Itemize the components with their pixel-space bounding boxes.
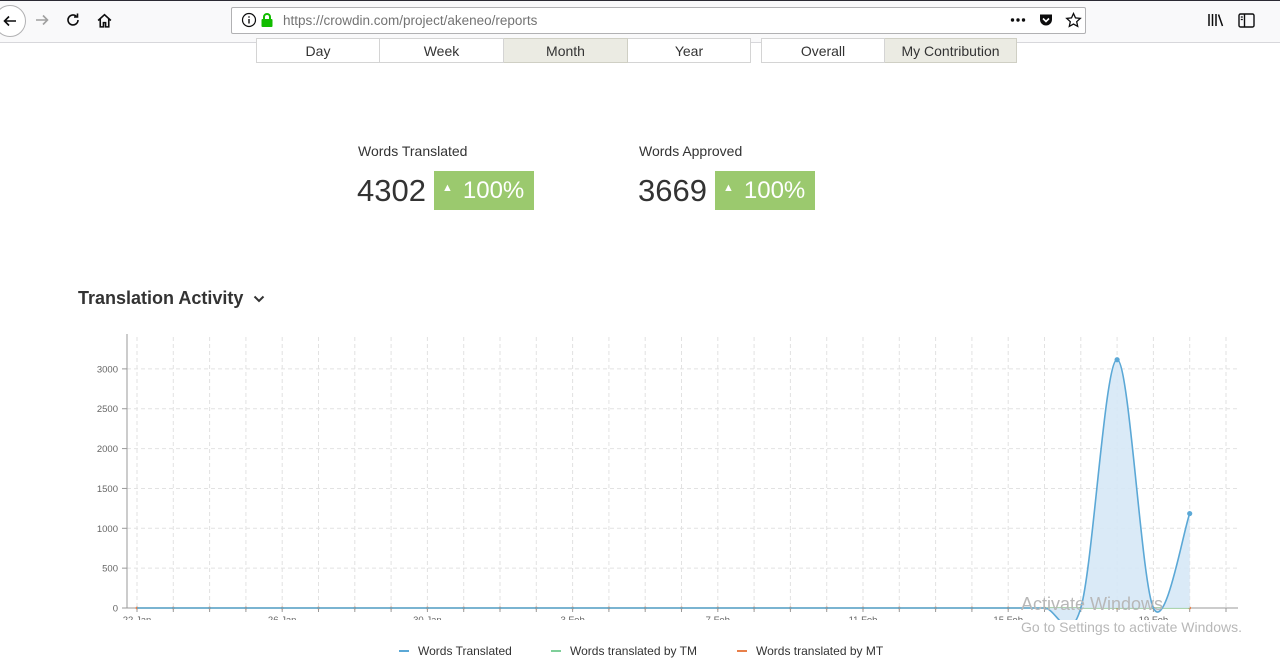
reload-icon	[67, 13, 79, 26]
y-tick-label: 2500	[97, 404, 118, 415]
bookmark-star-icon[interactable]	[1065, 12, 1082, 28]
legend-swatch	[737, 650, 747, 652]
x-tick-label: 15 Feb	[993, 615, 1023, 620]
y-tick-label: 0	[113, 604, 118, 615]
tab-overall[interactable]: Overall	[761, 38, 885, 63]
url-text[interactable]: https://crowdin.com/project/akeneo/repor…	[283, 13, 537, 28]
tab-week[interactable]: Week	[380, 38, 504, 63]
series-words-translated-line	[137, 358, 1191, 620]
section-title: Translation Activity	[78, 288, 244, 308]
tab-day[interactable]: Day	[256, 38, 380, 63]
x-tick-label: 22 Jan	[123, 615, 152, 620]
x-tick-label: 3 Feb	[560, 615, 584, 620]
translation-activity-dropdown[interactable]: Translation Activity	[78, 288, 265, 309]
chart-labels: 0 500 1000 1500 2000 2500 3000 22 Jan 26 Jan 30 J…	[97, 364, 1168, 620]
legend-label: Words translated by TM	[570, 644, 697, 658]
words-approved-change-badge: ▲ 100%	[715, 171, 816, 210]
sidebar-button[interactable]	[1233, 7, 1259, 33]
info-icon[interactable]	[241, 12, 257, 28]
y-tick-label: 3000	[97, 364, 118, 375]
up-triangle-icon: ▲	[723, 181, 734, 194]
translation-activity-chart: 0 500 1000 1500 2000 2500 3000 22 Jan 26 Jan 30 J…	[97, 334, 1238, 620]
data-point	[1187, 510, 1193, 517]
sidebar-icon	[1237, 12, 1255, 28]
lock-icon[interactable]	[260, 12, 274, 28]
y-tick-label: 1000	[97, 524, 118, 535]
forward-arrow-icon	[36, 14, 49, 26]
legend-item-words-tm[interactable]: Words translated by TM	[551, 644, 697, 658]
words-translated-change: 100%	[462, 176, 525, 204]
up-triangle-icon: ▲	[442, 181, 453, 194]
home-button[interactable]	[91, 7, 117, 33]
series-words-translated-area	[137, 359, 1190, 620]
window-edge	[0, 0, 1280, 1]
y-tick-label: 2000	[97, 444, 118, 455]
legend-swatch	[399, 650, 409, 652]
library-icon	[1208, 14, 1224, 27]
period-tabs: Day Week Month Year	[256, 38, 751, 63]
url-host: https://crowdin.com	[283, 13, 400, 28]
chart-grid	[127, 337, 1238, 608]
activate-windows-hint: Go to Settings to activate Windows.	[1021, 619, 1242, 635]
pocket-icon[interactable]	[1038, 12, 1054, 28]
x-tick-label: 26 Jan	[268, 615, 297, 620]
words-approved-change: 100%	[743, 176, 806, 204]
x-tick-label: 30 Jan	[413, 615, 442, 620]
y-tick-label: 1500	[97, 484, 118, 495]
library-button[interactable]	[1203, 7, 1229, 33]
chevron-down-icon	[254, 295, 265, 302]
x-tick-label: 7 Feb	[706, 615, 730, 620]
more-actions-icon[interactable]	[1010, 17, 1026, 23]
scope-tabs: Overall My Contribution	[761, 38, 1017, 63]
back-arrow-icon	[3, 15, 16, 27]
url-path: /project/akeneo/reports	[399, 13, 538, 28]
legend-item-words-translated[interactable]: Words Translated	[399, 644, 512, 658]
legend-item-words-mt[interactable]: Words translated by MT	[737, 644, 883, 658]
tab-year[interactable]: Year	[628, 38, 751, 63]
legend-label: Words Translated	[418, 644, 512, 658]
x-tick-label: 11 Feb	[849, 615, 878, 620]
words-approved-value: 3669	[638, 173, 707, 208]
url-bar[interactable]: https://crowdin.com/project/akeneo/repor…	[231, 7, 1086, 34]
forward-button[interactable]	[29, 7, 55, 33]
words-translated-value: 4302	[357, 173, 426, 208]
words-approved-label: Words Approved	[639, 143, 743, 159]
chart-axes	[122, 334, 1238, 612]
browser-toolbar: https://crowdin.com/project/akeneo/repor…	[0, 0, 1280, 43]
back-button[interactable]	[0, 5, 26, 37]
words-translated-change-badge: ▲ 100%	[434, 171, 535, 210]
reload-button[interactable]	[60, 7, 86, 33]
words-translated-label: Words Translated	[358, 143, 468, 159]
data-point	[1114, 357, 1120, 363]
tab-my-contribution[interactable]: My Contribution	[885, 38, 1017, 63]
activate-windows-watermark: Activate Windows	[1021, 594, 1164, 614]
legend-swatch	[551, 650, 561, 652]
y-tick-label: 500	[102, 564, 118, 575]
home-icon	[97, 13, 111, 28]
legend-label: Words translated by MT	[756, 644, 884, 658]
tab-month[interactable]: Month	[504, 38, 628, 63]
